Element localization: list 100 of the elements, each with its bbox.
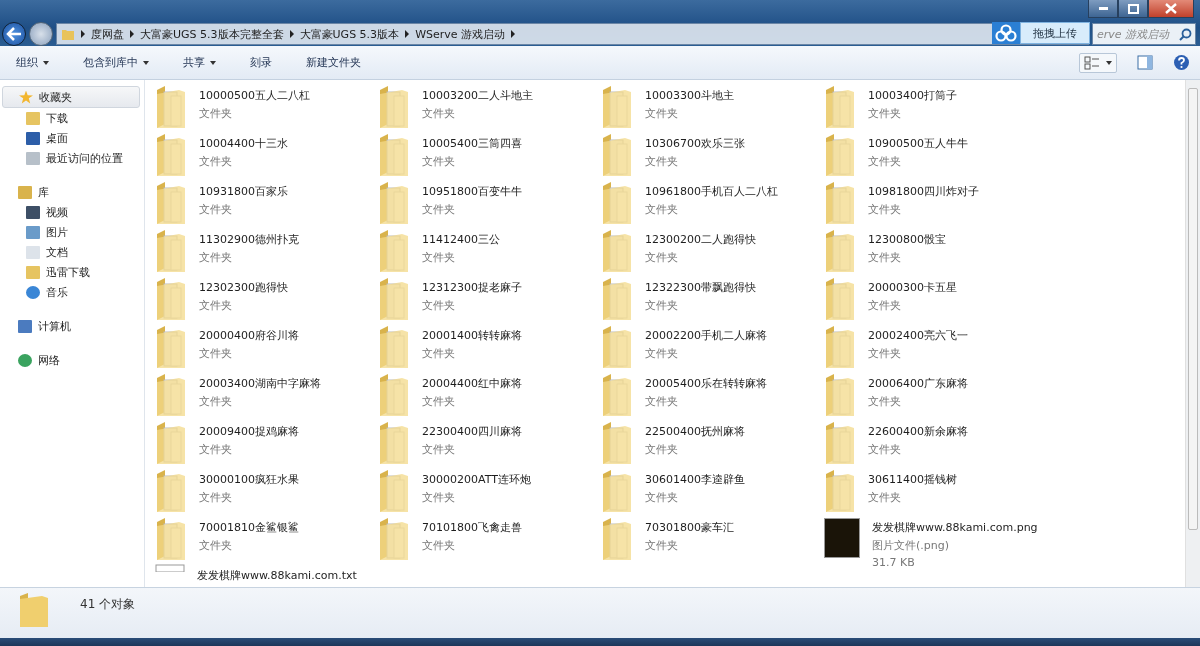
file-name[interactable]: 20000400府谷川将 [199,328,299,343]
sidebar-item[interactable]: 视频 [0,202,140,222]
toolbar-button[interactable]: 共享 [175,51,224,74]
file-type: 文件夹 [645,154,679,169]
file-name[interactable]: 20002400亮六飞一 [868,328,968,343]
file-name[interactable]: 12322300带飘跑得快 [645,280,756,295]
file-name[interactable]: 12302300跑得快 [199,280,288,295]
file-name[interactable]: 20002200手机二人麻将 [645,328,767,343]
view-options-button[interactable] [1079,52,1117,73]
forward-button[interactable] [29,22,53,46]
sidebar-item[interactable]: 图片 [0,222,140,242]
text-file-icon [155,564,185,572]
close-icon [1165,3,1177,14]
sidebar-item[interactable]: 迅雷下载 [0,262,140,282]
file-name[interactable]: 10004400十三水 [199,136,288,151]
restore-button[interactable] [1118,0,1148,18]
back-button[interactable] [2,22,26,46]
object-count: 41 个对象 [80,596,136,613]
file-name[interactable]: 发发棋牌www.88kami.com.txt [197,568,357,583]
file-type: 文件夹 [199,202,233,217]
file-name[interactable]: 11412400三公 [422,232,500,247]
file-name[interactable]: 10951800百变牛牛 [422,184,522,199]
file-name[interactable]: 30000200ATT连环炮 [422,472,531,487]
folder-icon [378,372,410,418]
sidebar-item[interactable]: 计算机 [2,316,140,336]
file-type: 文件夹 [868,394,902,409]
file-name[interactable]: 11302900德州扑克 [199,232,299,247]
help-icon[interactable] [1173,54,1190,71]
folder-icon [378,324,410,370]
file-name[interactable]: 70301800豪车汇 [645,520,734,535]
file-name[interactable]: 70101800飞禽走兽 [422,520,522,535]
upload-button[interactable]: 拖拽上传 [1020,22,1090,44]
breadcrumb[interactable]: 大富豪UGS 5.3版本 [299,26,400,42]
sidebar-item[interactable]: 文档 [0,242,140,262]
file-name[interactable]: 发发棋牌www.88kami.com.png [872,520,1038,535]
sidebar-item[interactable]: 网络 [2,350,140,370]
toolbar-button[interactable]: 组织 [8,51,57,74]
folder-icon [155,420,187,466]
folder-icon [601,468,633,514]
file-name[interactable]: 22500400抚州麻将 [645,424,745,439]
breadcrumb[interactable]: 度网盘 [91,26,124,42]
file-name[interactable]: 10931800百家乐 [199,184,288,199]
file-name[interactable]: 10000500五人二八杠 [199,88,310,103]
file-name[interactable]: 20004400红中麻将 [422,376,522,391]
search-field[interactable]: erve 游戏启动 [1092,23,1196,45]
file-name[interactable]: 10981800四川炸对子 [868,184,979,199]
sidebar-item[interactable]: 下载 [0,108,140,128]
file-name[interactable]: 22600400新余麻将 [868,424,968,439]
file-name[interactable]: 70001810金鲨银鲨 [199,520,299,535]
file-name[interactable]: 10900500五人牛牛 [868,136,968,151]
file-type: 文件夹 [645,202,679,217]
file-name[interactable]: 20009400捉鸡麻将 [199,424,299,439]
file-name[interactable]: 30601400李逵辟鱼 [645,472,745,487]
folder-icon [155,180,187,226]
file-name[interactable]: 10005400三筒四喜 [422,136,522,151]
file-type: 文件夹 [199,490,233,505]
breadcrumb[interactable]: 大富豪UGS 5.3版本完整全套 [140,26,284,42]
file-name[interactable]: 20001400转转麻将 [422,328,522,343]
file-name[interactable]: 30611400摇钱树 [868,472,957,487]
folder-icon [824,324,856,370]
image-thumbnail [824,518,860,558]
toolbar-button[interactable]: 新建文件夹 [298,51,369,74]
file-name[interactable]: 20006400广东麻将 [868,376,968,391]
sidebar-item[interactable]: 最近访问的位置 [0,148,140,168]
minimize-button[interactable] [1088,0,1118,18]
sidebar-item[interactable]: 桌面 [0,128,140,148]
file-name[interactable]: 12300200二人跑得快 [645,232,756,247]
file-name[interactable]: 10003300斗地主 [645,88,734,103]
file-type: 文件夹 [422,346,456,361]
back-arrow-icon [6,27,22,41]
sidebar-item[interactable]: 收藏夹 [2,86,140,108]
sidebar-item[interactable]: 库 [2,182,140,202]
toolbar-button[interactable]: 包含到库中 [75,51,157,74]
file-name[interactable]: 12312300捉老麻子 [422,280,522,295]
file-name[interactable]: 20000300卡五星 [868,280,957,295]
file-name[interactable]: 10306700欢乐三张 [645,136,745,151]
close-button[interactable] [1148,0,1194,18]
file-name[interactable]: 20005400乐在转转麻将 [645,376,767,391]
file-type: 文件夹 [199,346,233,361]
file-type: 文件夹 [199,538,233,553]
sidebar-icon [26,245,40,259]
file-type: 文件夹 [868,250,902,265]
file-name[interactable]: 30000100疯狂水果 [199,472,299,487]
file-type: 文件夹 [868,106,902,121]
file-name[interactable]: 10961800手机百人二八杠 [645,184,778,199]
folder-icon [824,276,856,322]
file-type: 文件夹 [422,250,456,265]
sidebar-item[interactable]: 音乐 [0,282,140,302]
file-type: 文件夹 [422,106,456,121]
file-name[interactable]: 22300400四川麻将 [422,424,522,439]
breadcrumb[interactable]: WServe 游戏启动 [415,26,506,42]
file-name[interactable]: 10003400打筒子 [868,88,957,103]
folder-icon [18,592,50,628]
file-name[interactable]: 10003200二人斗地主 [422,88,533,103]
file-name[interactable]: 20003400湖南中字麻将 [199,376,321,391]
scrollbar[interactable] [1185,80,1200,587]
folder-icon [824,420,856,466]
toolbar-button[interactable]: 刻录 [242,51,280,74]
file-type: 文件夹 [422,298,456,313]
file-name[interactable]: 12300800骰宝 [868,232,946,247]
